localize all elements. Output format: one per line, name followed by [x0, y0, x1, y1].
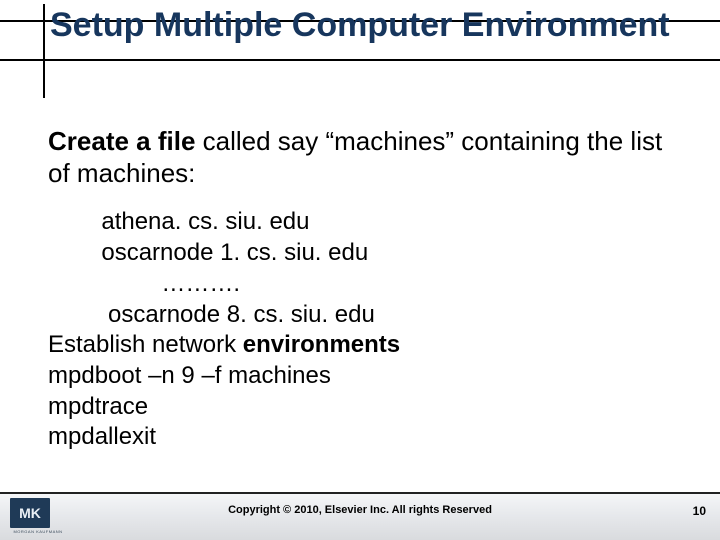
footer-background — [0, 494, 720, 540]
line-5a: Establish network — [48, 331, 243, 358]
lead-bold: Create a file — [48, 126, 195, 156]
line-5b: environments — [243, 331, 400, 358]
line-6: mpdboot –n 9 –f machines — [48, 362, 331, 389]
page-number: 10 — [693, 504, 706, 518]
line-7: mpdtrace — [48, 393, 148, 420]
line-4: oscarnode 8. cs. siu. edu — [48, 301, 375, 328]
slide: Setup Multiple Computer Environment Crea… — [0, 0, 720, 540]
title-block: Setup Multiple Computer Environment — [50, 6, 700, 44]
code-lines: athena. cs. siu. edu oscarnode 1. cs. si… — [48, 207, 690, 453]
line-3: ………. — [48, 270, 240, 297]
rule-mid — [0, 59, 720, 61]
line-8: mpdallexit — [48, 423, 156, 450]
publisher-logo: MK MORGAN KAUFMANN — [10, 498, 66, 534]
logo-subtext: MORGAN KAUFMANN — [10, 529, 66, 534]
footer: Copyright © 2010, Elsevier Inc. All righ… — [0, 492, 720, 540]
logo-badge: MK — [10, 498, 50, 528]
body: Create a file called say “machines” cont… — [48, 126, 690, 453]
slide-title: Setup Multiple Computer Environment — [50, 6, 700, 44]
copyright-text: Copyright © 2010, Elsevier Inc. All righ… — [0, 504, 720, 516]
lead-text: Create a file called say “machines” cont… — [48, 126, 690, 189]
line-2: oscarnode 1. cs. siu. edu — [48, 239, 368, 266]
line-1: athena. cs. siu. edu — [48, 208, 309, 235]
title-tick — [43, 4, 45, 98]
